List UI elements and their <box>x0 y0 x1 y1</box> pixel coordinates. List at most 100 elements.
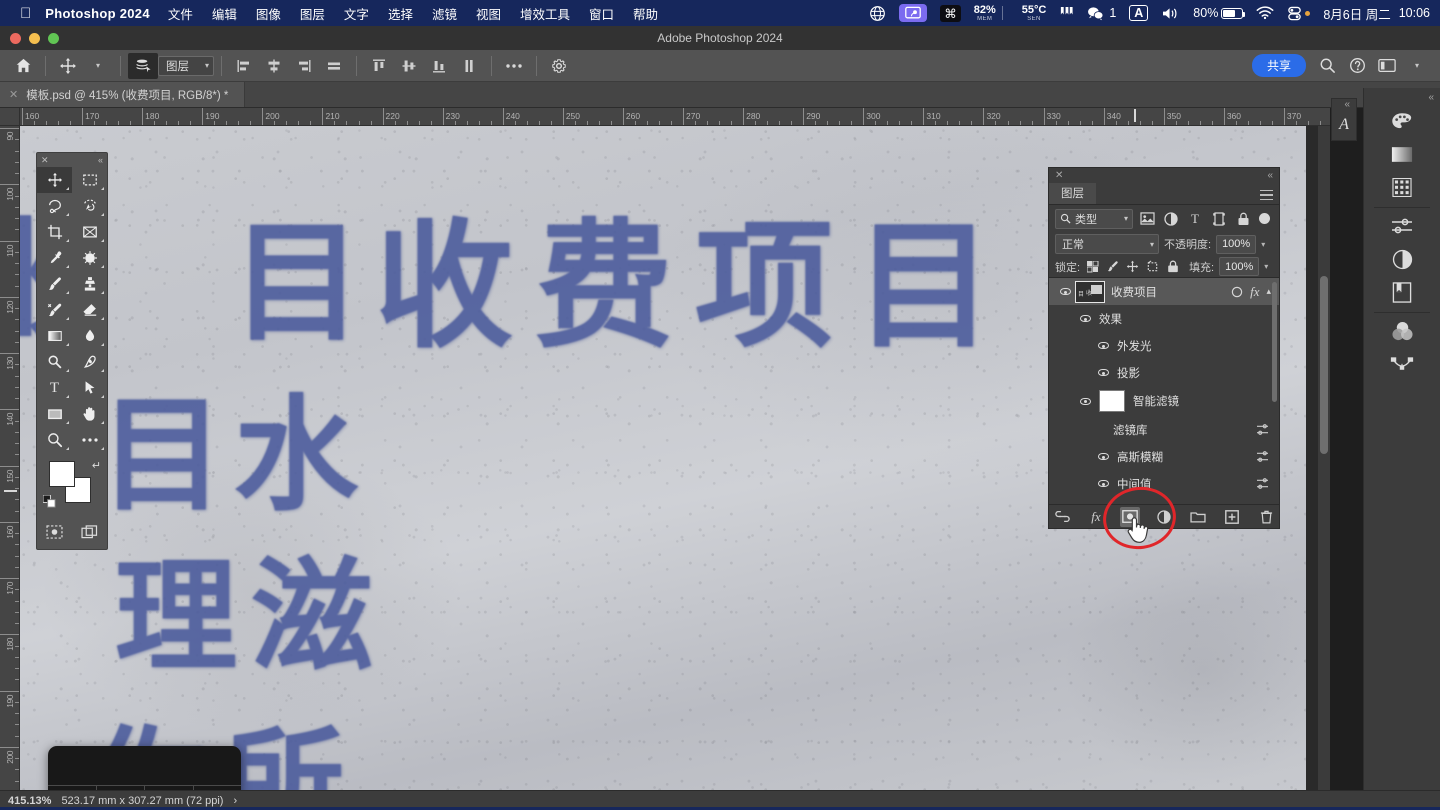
layer-visibility-icon[interactable] <box>1057 288 1073 296</box>
frame-tool-button[interactable] <box>72 219 107 245</box>
minimize-window-button[interactable] <box>29 33 40 44</box>
move-tool-button[interactable] <box>37 167 72 193</box>
dodge-tool-button[interactable] <box>37 349 72 375</box>
input-method-icon[interactable]: A <box>1129 5 1149 21</box>
workspace-chevron-icon[interactable]: ▾ <box>1402 53 1432 79</box>
layer-list-scrollbar-thumb[interactable] <box>1272 282 1277 403</box>
delete-layer-icon[interactable] <box>1256 507 1276 527</box>
new-adjustment-layer-icon[interactable] <box>1154 507 1174 527</box>
battery-indicator[interactable]: 80% <box>1193 6 1246 20</box>
smart-filter-mask-thumbnail[interactable] <box>1099 390 1125 413</box>
layer-visibility-icon[interactable] <box>1095 480 1111 488</box>
menu-item-filter[interactable]: 滤镜 <box>432 4 457 23</box>
distribute-horizontally-icon[interactable] <box>319 53 349 79</box>
add-layer-style-icon[interactable]: fx <box>1086 507 1106 527</box>
type-tool-button[interactable]: T <box>37 375 72 401</box>
align-vertical-centers-icon[interactable] <box>394 53 424 79</box>
move-tool-options-chevron-icon[interactable]: ▾ <box>83 53 113 79</box>
maximize-window-button[interactable] <box>48 33 59 44</box>
opacity-input[interactable]: 100% <box>1216 234 1257 254</box>
lasso-tool-button[interactable] <box>37 193 72 219</box>
apple-logo-icon[interactable]:  <box>20 6 31 21</box>
vertical-scrollbar-thumb[interactable] <box>1320 276 1328 454</box>
eraser-tool-button[interactable] <box>72 297 107 323</box>
layer-comps-icon[interactable] <box>1389 247 1415 271</box>
layer-visibility-icon[interactable] <box>1095 369 1111 377</box>
table-row[interactable]: 效果 <box>1049 305 1279 332</box>
table-row[interactable]: 智能滤镜 <box>1049 386 1279 416</box>
close-icon[interactable]: ✕ <box>1055 170 1063 181</box>
channels-panel-icon[interactable] <box>1389 319 1415 343</box>
table-row[interactable]: 高斯模糊 <box>1049 443 1279 470</box>
layer-visibility-icon[interactable] <box>1095 453 1111 461</box>
volume-icon[interactable] <box>1161 6 1180 21</box>
globe-icon[interactable] <box>869 5 886 22</box>
blend-mode-dropdown[interactable]: 正常 ▾ <box>1055 234 1159 255</box>
lock-position-icon[interactable] <box>1125 259 1140 274</box>
layer-visibility-icon[interactable] <box>1077 315 1093 323</box>
expand-effects-chevron-icon[interactable]: ▴ <box>1266 286 1271 297</box>
help-icon[interactable] <box>1342 53 1372 79</box>
layer-name[interactable]: 投影 <box>1117 365 1279 381</box>
zoom-tool-button[interactable] <box>37 427 72 453</box>
menu-item-type[interactable]: 文字 <box>344 4 369 23</box>
workspace-switcher-icon[interactable] <box>1372 53 1402 79</box>
paths-panel-icon[interactable] <box>1389 352 1415 376</box>
eyedropper-tool-button[interactable] <box>37 245 72 271</box>
menu-item-plugins[interactable]: 增效工具 <box>520 4 570 23</box>
table-row[interactable]: 添加杂色 <box>1049 497 1279 504</box>
gradient-tool-button[interactable] <box>37 323 72 349</box>
horizontal-ruler[interactable]: 160 170 180 190 200 210 220 230 240 250 260 270 280 2… <box>20 108 1330 126</box>
clone-stamp-tool-button[interactable] <box>72 271 107 297</box>
hand-tool-button[interactable] <box>72 401 107 427</box>
layer-name[interactable]: 滤镜库 <box>1113 422 1256 438</box>
spot-healing-brush-tool-button[interactable] <box>72 245 107 271</box>
layer-effects-badge-icon[interactable]: fx <box>1250 284 1259 300</box>
tab-layers[interactable]: 图层 <box>1049 182 1096 204</box>
lock-nesting-icon[interactable] <box>1145 259 1160 274</box>
menu-item-edit[interactable]: 编辑 <box>212 4 237 23</box>
menu-item-view[interactable]: 视图 <box>476 4 501 23</box>
close-window-button[interactable] <box>10 33 21 44</box>
crop-tool-button[interactable] <box>37 219 72 245</box>
filter-settings-icon[interactable] <box>1256 451 1279 463</box>
share-button[interactable]: 共享 <box>1251 54 1306 77</box>
distribute-vertically-icon[interactable] <box>454 53 484 79</box>
lock-transparent-pixels-icon[interactable] <box>1085 259 1100 274</box>
filter-type-dropdown[interactable]: 类型 ▾ <box>1055 208 1133 229</box>
menu-item-image[interactable]: 图像 <box>256 4 281 23</box>
layer-thumbnail[interactable]: 目 收 <box>1075 280 1105 303</box>
link-layers-icon[interactable] <box>1052 507 1072 527</box>
opacity-chevron-icon[interactable]: ▾ <box>1261 240 1265 249</box>
status-chevron-icon[interactable]: › <box>233 795 237 807</box>
wechat-icon[interactable]: 1 <box>1087 6 1116 21</box>
pen-tool-button[interactable] <box>72 349 107 375</box>
path-selection-tool-button[interactable] <box>72 375 107 401</box>
menu-item-help[interactable]: 帮助 <box>633 4 658 23</box>
filter-settings-icon[interactable] <box>1256 424 1279 436</box>
rectangle-tool-button[interactable] <box>37 401 72 427</box>
wifi-icon[interactable] <box>1256 6 1274 20</box>
libraries-panel-icon[interactable] <box>1389 280 1415 304</box>
zoom-level[interactable]: 415.13% <box>8 795 51 807</box>
table-row[interactable]: 目 收 收费项目 fx ▴ <box>1049 278 1279 306</box>
filter-toggle-switch[interactable] <box>1259 213 1270 225</box>
lock-all-icon[interactable] <box>1165 259 1180 274</box>
filter-smart-objects-icon[interactable] <box>1233 209 1253 229</box>
layer-name[interactable]: 收费项目 <box>1111 284 1231 300</box>
vertical-ruler[interactable]: 90 100 110 120 130 140 150 160 170 180 190 200 <box>0 126 20 790</box>
align-top-edges-icon[interactable] <box>364 53 394 79</box>
auto-select-toggle-icon[interactable] <box>128 52 158 79</box>
control-center-icon[interactable] <box>1287 6 1311 21</box>
new-group-icon[interactable] <box>1188 507 1208 527</box>
filter-settings-icon[interactable] <box>1256 478 1279 490</box>
history-brush-tool-button[interactable] <box>37 297 72 323</box>
search-icon[interactable] <box>1312 53 1342 79</box>
character-panel-icon[interactable]: A <box>1331 110 1357 140</box>
filter-type-layers-icon[interactable]: T <box>1185 209 1205 229</box>
layer-visibility-icon[interactable] <box>1077 397 1093 405</box>
move-tool-icon[interactable] <box>53 53 83 79</box>
filter-pixel-layers-icon[interactable] <box>1137 209 1157 229</box>
table-row[interactable]: 外发光 <box>1049 332 1279 359</box>
shortcut-manager-icon[interactable]: ⌘ <box>940 4 961 22</box>
